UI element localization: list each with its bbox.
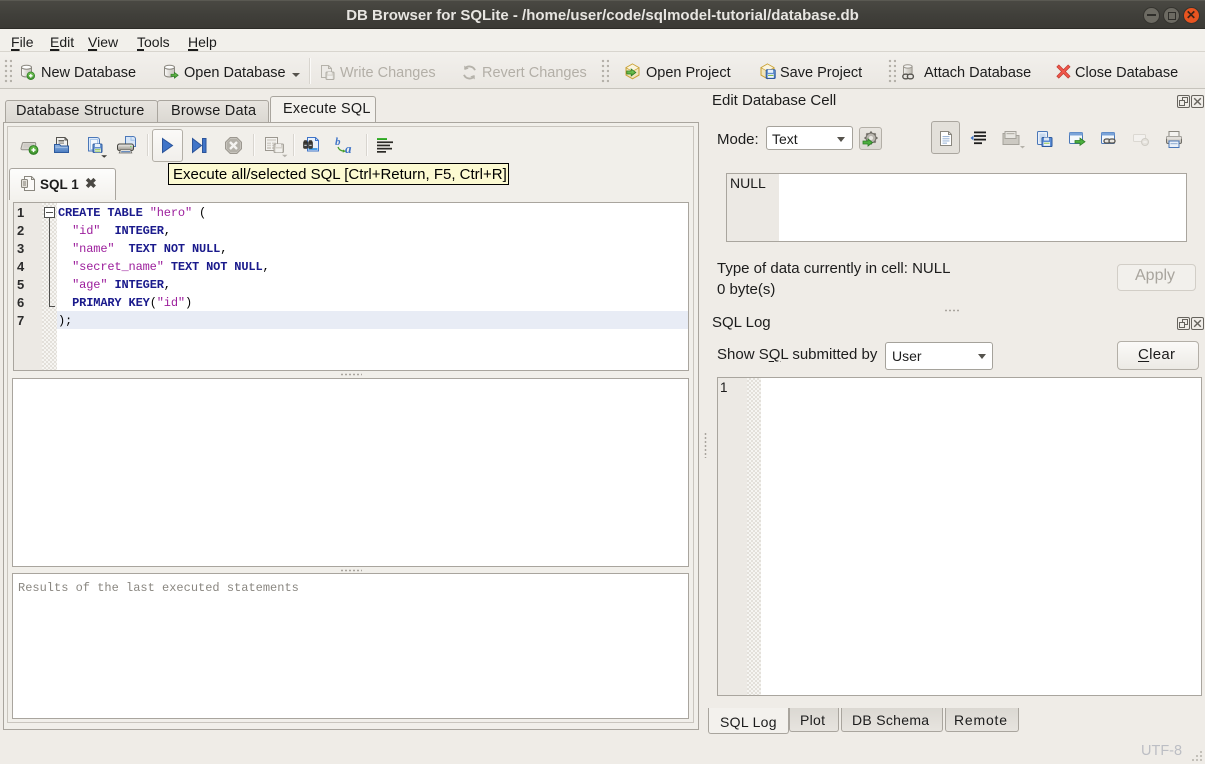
svg-text:a: a: [345, 141, 352, 155]
svg-text:b: b: [335, 136, 341, 148]
